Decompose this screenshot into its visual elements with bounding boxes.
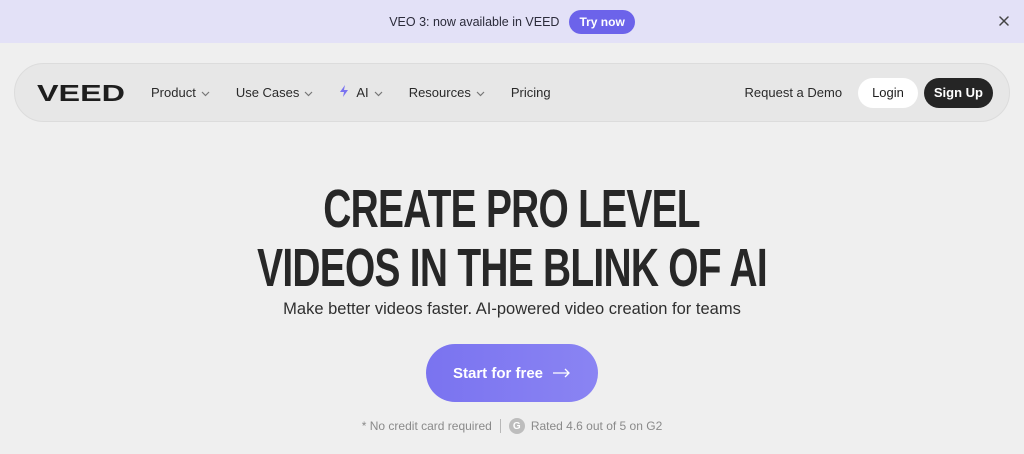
veed-logo[interactable]: VEED: [37, 83, 125, 103]
nav-item-label: AI: [356, 85, 369, 100]
cta-label: Start for free: [452, 364, 544, 382]
g2-rating-note: Rated 4.6 out of 5 on G2: [530, 419, 663, 433]
nav-item-ai[interactable]: AI: [339, 85, 383, 100]
signup-button[interactable]: Sign Up: [923, 77, 993, 108]
nav-item-product[interactable]: Product: [151, 85, 210, 100]
announcement-text: VEO 3: now available in VEED: [389, 14, 560, 29]
try-now-button[interactable]: Try now: [569, 9, 635, 34]
headline-line-1: CREATE PRO LEVEL: [323, 179, 701, 239]
logo-text: VEED: [37, 83, 125, 103]
nav-item-resources[interactable]: Resources: [409, 85, 485, 100]
divider: [499, 419, 501, 433]
close-icon[interactable]: [996, 13, 1012, 29]
login-button[interactable]: Login: [858, 77, 918, 108]
request-demo-link[interactable]: Request a Demo: [745, 85, 843, 100]
hero-headline: CREATE PRO LEVEL VIDEOS IN THE BLINK OF …: [0, 179, 1024, 301]
nav-item-label: Use Cases: [235, 85, 300, 100]
nav-item-label: Resources: [408, 85, 471, 100]
nav-items: Product Use Cases AI Resources Pricing: [151, 85, 577, 100]
main-navbar: VEED Product Use Cases AI Resources Pric…: [14, 63, 1010, 122]
hero-footnote: * No credit card required G Rated 4.6 ou…: [0, 418, 1024, 434]
nav-actions: Request a Demo Login Sign Up: [745, 77, 993, 108]
sparkle-icon: [339, 85, 349, 100]
veed-logo-icon: VEED: [37, 83, 125, 103]
nav-item-pricing[interactable]: Pricing: [511, 85, 551, 100]
nav-item-use-cases[interactable]: Use Cases: [236, 85, 314, 100]
chevron-down-icon: [201, 85, 210, 100]
arrow-right-icon: [553, 365, 571, 382]
no-credit-card-note: * No credit card required: [361, 419, 492, 433]
nav-item-label: Pricing: [510, 85, 551, 100]
hero-subhead: Make better videos faster. AI-powered vi…: [283, 300, 741, 318]
nav-item-label: Product: [151, 85, 196, 100]
chevron-down-icon: [374, 85, 383, 100]
start-for-free-button[interactable]: Start for free: [426, 344, 598, 402]
announcement-bar: VEO 3: now available in VEED Try now: [0, 0, 1024, 43]
chevron-down-icon: [304, 85, 313, 100]
g2-icon: G: [508, 418, 525, 434]
headline-line-2: VIDEOS IN THE BLINK OF AI: [257, 238, 768, 298]
chevron-down-icon: [476, 85, 485, 100]
